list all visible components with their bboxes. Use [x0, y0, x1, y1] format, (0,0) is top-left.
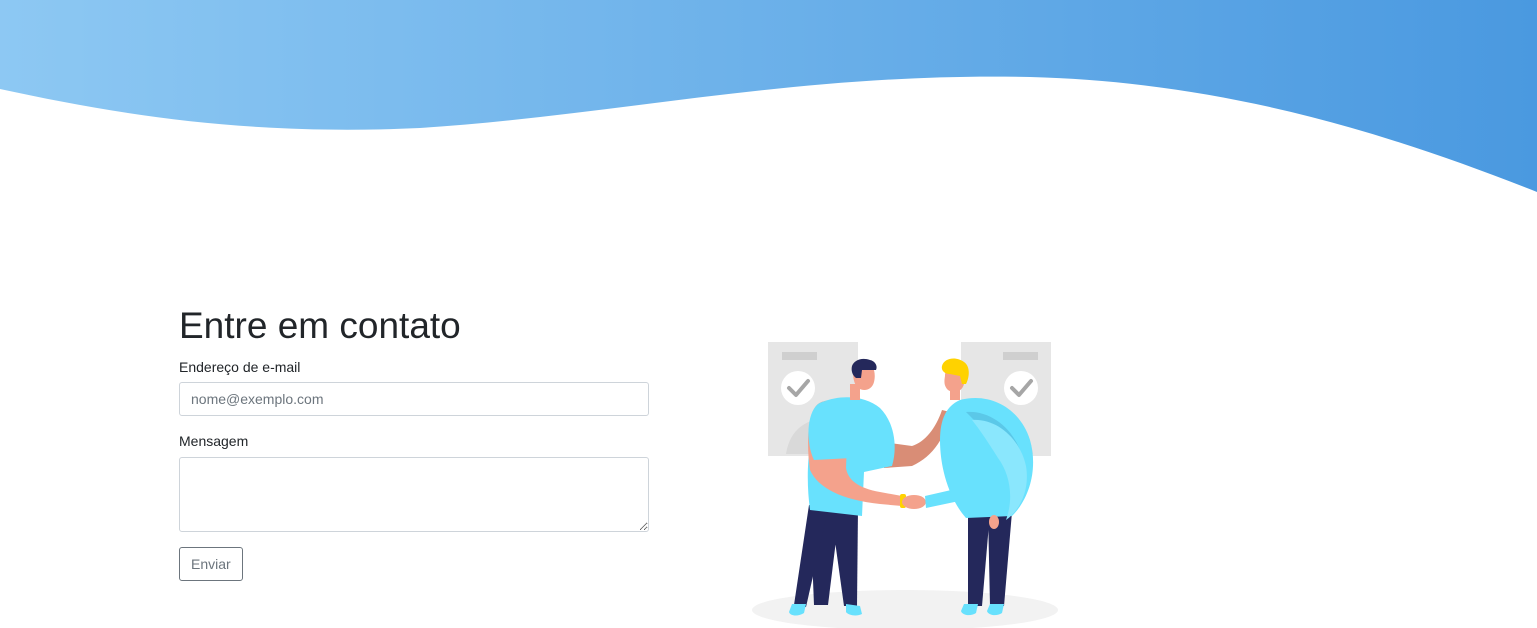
message-textarea[interactable] — [179, 457, 649, 532]
page-title: Entre em contato — [179, 305, 461, 346]
check-icon — [781, 371, 815, 405]
check-icon — [1004, 371, 1038, 405]
handshake-illustration — [752, 342, 1058, 628]
contact-form: Entre em contato Endereço de e-mail Mens… — [179, 305, 649, 581]
email-field[interactable] — [179, 382, 649, 416]
submit-button[interactable]: Enviar — [179, 547, 243, 581]
page: Entre em contato Endereço de e-mail Mens… — [0, 0, 1537, 628]
message-label: Mensagem — [179, 433, 249, 449]
header-wave — [0, 0, 1537, 192]
email-label: Endereço de e-mail — [179, 359, 301, 375]
